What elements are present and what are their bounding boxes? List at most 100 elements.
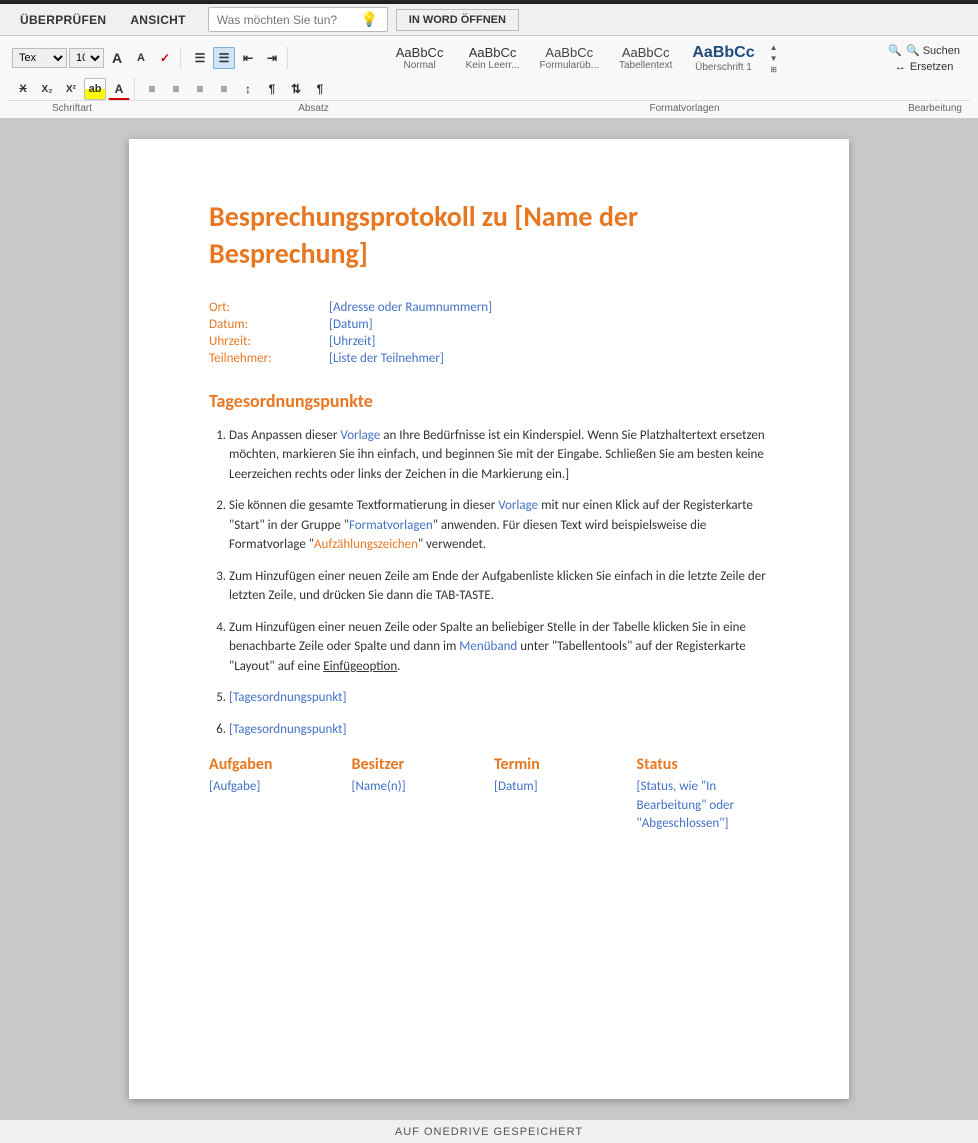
footer-value-status[interactable]: [Status, wie "In Bearbeitung" oder "Abge… — [637, 778, 770, 833]
font-color-button[interactable]: A — [108, 78, 130, 100]
style-ueberschrift-label: Überschrift 1 — [692, 62, 754, 73]
meta-row-teilnehmer: Teilnehmer: [Liste der Teilnehmer] — [209, 351, 779, 366]
list-item-5[interactable]: [Tagesordnungspunkt] — [229, 688, 779, 708]
gallery-arrows: ▲ ▼ ⊞ — [766, 42, 782, 74]
bullet-list-button[interactable]: ☰ — [189, 47, 211, 69]
font-name-select[interactable]: Tex — [12, 48, 67, 68]
ribbon-row1: Tex 10 A A ✓ ☰ ☰ ⇤ ⇥ AaBbCc Normal AaBbC… — [8, 40, 970, 78]
superscript-button[interactable]: X² — [60, 78, 82, 100]
style-normal-preview: AaBbCc — [394, 45, 446, 61]
search-box[interactable]: 💡 — [208, 7, 388, 32]
clear-format-button[interactable]: ✓ — [154, 47, 176, 69]
meta-value-uhrzeit[interactable]: [Uhrzeit] — [329, 334, 375, 349]
style-kein-leer-label: Kein Leerr... — [466, 60, 520, 71]
meta-row-uhrzeit: Uhrzeit: [Uhrzeit] — [209, 334, 779, 349]
indent-increase-button[interactable]: ⇥ — [261, 47, 283, 69]
list-text-5: [Tagesordnungspunkt] — [229, 690, 347, 705]
footer-value-termin[interactable]: [Datum] — [494, 778, 627, 796]
gallery-expand-button[interactable]: ⊞ — [766, 64, 782, 74]
lightbulb-icon: 💡 — [361, 11, 378, 28]
style-tabellen-preview: AaBbCc — [619, 45, 672, 61]
align-section: ≡ ≡ ≡ ≡ ↕ ¶ ⇅ ¶ — [137, 78, 335, 100]
show-hide-button[interactable]: ¶ — [309, 78, 331, 100]
line-spacing-button[interactable]: ↕ — [237, 78, 259, 100]
status-bar: AUF ONEDRIVE GESPEICHERT — [0, 1119, 978, 1143]
section1-title: Tagesordnungspunkte — [209, 390, 779, 412]
search-input[interactable] — [217, 13, 357, 27]
list-text-1: Das Anpassen dieser Vorlage an Ihre Bedü… — [229, 428, 765, 482]
footer-col-termin: Termin [Datum] — [494, 755, 637, 833]
style-tabellen-label: Tabellentext — [619, 60, 672, 71]
style-ueberschrift[interactable]: AaBbCc Überschrift 1 — [683, 40, 763, 76]
align-left-button[interactable]: ≡ — [141, 78, 163, 100]
list-text-6: [Tagesordnungspunkt] — [229, 722, 347, 737]
indent-decrease-button[interactable]: ⇤ — [237, 47, 259, 69]
style-normal-label: Normal — [394, 60, 446, 71]
format-row2-section: X X₂ X² ab A — [8, 78, 135, 100]
footer-header-status: Status — [637, 755, 770, 774]
menu-ansicht[interactable]: ANSICHT — [118, 7, 197, 33]
meta-row-datum: Datum: [Datum] — [209, 317, 779, 332]
document-title: Besprechungsprotokoll zu [Name der Bespr… — [209, 199, 779, 272]
style-kein-leer-preview: AaBbCc — [466, 45, 520, 61]
numbered-list-button[interactable]: ☰ — [213, 47, 235, 69]
list-item-3[interactable]: Zum Hinzufügen einer neuen Zeile am Ende… — [229, 567, 779, 606]
meta-value-teilnehmer[interactable]: [Liste der Teilnehmer] — [329, 351, 444, 366]
ribbon-labels: Schriftart Absatz Formatvorlagen Bearbei… — [8, 100, 970, 116]
ersetzen-label: Ersetzen — [910, 61, 953, 73]
footer-value-aufgaben[interactable]: [Aufgabe] — [209, 778, 342, 796]
replace-icon: ↔ — [895, 61, 906, 73]
style-gallery: AaBbCc Normal AaBbCc Kein Leerr... AaBbC… — [292, 40, 874, 76]
ersetzen-button[interactable]: ↔ Ersetzen — [891, 60, 957, 74]
menu-uberpruefen[interactable]: ÜBERPRÜFEN — [8, 7, 118, 33]
absatz-label: Absatz — [128, 102, 499, 115]
style-formular-preview: AaBbCc — [540, 45, 599, 61]
ribbon: Tex 10 A A ✓ ☰ ☰ ⇤ ⇥ AaBbCc Normal AaBbC… — [0, 36, 978, 119]
sort-button[interactable]: ⇅ — [285, 78, 307, 100]
footer-value-besitzer[interactable]: [Name(n)] — [352, 778, 485, 796]
bearbeitung-label: Bearbeitung — [870, 102, 970, 115]
footer-col-aufgaben: Aufgaben [Aufgabe] — [209, 755, 352, 833]
ribbon-row2: X X₂ X² ab A ≡ ≡ ≡ ≡ ↕ ¶ ⇅ ¶ — [8, 78, 970, 100]
list-item-4[interactable]: Zum Hinzufügen einer neuen Zeile oder Sp… — [229, 618, 779, 677]
footer-header-besitzer: Besitzer — [352, 755, 485, 774]
grow-font-button[interactable]: A — [106, 47, 128, 69]
gallery-down-button[interactable]: ▼ — [766, 53, 782, 63]
highlight-button[interactable]: ab — [84, 78, 106, 100]
footer-col-status: Status [Status, wie "In Bearbeitung" ode… — [637, 755, 780, 833]
style-ueberschrift-preview: AaBbCc — [692, 43, 754, 62]
strikethrough-button[interactable]: X — [12, 78, 34, 100]
list-text-4: Zum Hinzufügen einer neuen Zeile oder Sp… — [229, 620, 746, 674]
align-justify-button[interactable]: ≡ — [213, 78, 235, 100]
font-section: Tex 10 A A ✓ — [8, 47, 181, 69]
style-formular-label: Formularüb... — [540, 60, 599, 71]
footer-table: Aufgaben [Aufgabe] Besitzer [Name(n)] Te… — [209, 755, 779, 833]
style-formular[interactable]: AaBbCc Formularüb... — [531, 42, 608, 75]
style-normal[interactable]: AaBbCc Normal — [385, 42, 455, 75]
list-item-6[interactable]: [Tagesordnungspunkt] — [229, 720, 779, 740]
document-page: Besprechungsprotokoll zu [Name der Bespr… — [129, 139, 849, 1099]
formatvorlagen-label: Formatvorlagen — [499, 102, 870, 115]
meta-value-datum[interactable]: [Datum] — [329, 317, 373, 332]
suchen-label: 🔍 Suchen — [906, 44, 960, 57]
para-spacing-button[interactable]: ¶ — [261, 78, 283, 100]
meta-value-ort[interactable]: [Adresse oder Raumnummern] — [329, 300, 492, 315]
align-right-button[interactable]: ≡ — [189, 78, 211, 100]
schrift-label: Schriftart — [8, 102, 128, 115]
shrink-font-button[interactable]: A — [130, 47, 152, 69]
style-kein-leer[interactable]: AaBbCc Kein Leerr... — [457, 42, 529, 75]
suchen-button[interactable]: 🔍 🔍 Suchen — [884, 43, 964, 58]
subscript-button[interactable]: X₂ — [36, 78, 58, 100]
meta-row-ort: Ort: [Adresse oder Raumnummern] — [209, 300, 779, 315]
open-word-button[interactable]: IN WORD ÖFFNEN — [396, 9, 519, 31]
meta-label-uhrzeit: Uhrzeit: — [209, 334, 329, 349]
list-item-2[interactable]: Sie können die gesamte Textformatierung … — [229, 496, 779, 555]
font-size-select[interactable]: 10 — [69, 48, 104, 68]
list-text-3: Zum Hinzufügen einer neuen Zeile am Ende… — [229, 569, 766, 604]
list-item-1[interactable]: Das Anpassen dieser Vorlage an Ihre Bedü… — [229, 426, 779, 485]
document-meta: Ort: [Adresse oder Raumnummern] Datum: [… — [209, 300, 779, 366]
style-tabellen[interactable]: AaBbCc Tabellentext — [610, 42, 681, 75]
align-center-button[interactable]: ≡ — [165, 78, 187, 100]
footer-header-termin: Termin — [494, 755, 627, 774]
gallery-up-button[interactable]: ▲ — [766, 42, 782, 52]
